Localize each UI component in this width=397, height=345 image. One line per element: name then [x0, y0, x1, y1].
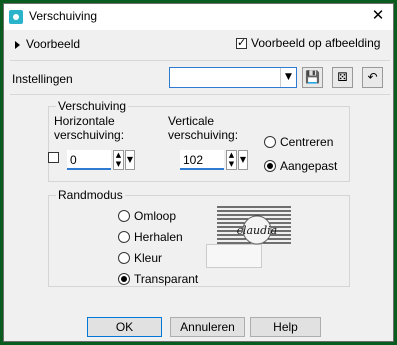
offset-group-title: Verschuiving [56, 99, 129, 113]
horizontal-offset-stepper[interactable]: 0 ▲ ▼ ▼ [67, 150, 137, 172]
link-checkbox[interactable] [48, 152, 59, 163]
checkbox-checked-icon[interactable] [236, 36, 247, 50]
horizontal-offset-label-2: verschuiving: [54, 128, 125, 142]
edge-mode-group-title: Randmodus [56, 188, 125, 202]
reset-button[interactable]: ↶ [362, 67, 383, 88]
save-preset-button[interactable]: 💾 [302, 67, 323, 88]
spin-updown-icon[interactable]: ▲ ▼ [113, 150, 124, 170]
preview-on-image-checkbox[interactable]: Voorbeeld op afbeelding [236, 36, 380, 50]
watermark-thumbnail: claudia [217, 206, 291, 245]
repeat-radio[interactable]: Herhalen [118, 230, 183, 244]
horizontal-offset-label: Horizontale [54, 114, 115, 128]
chevron-down-icon[interactable]: ▼ [280, 68, 296, 87]
transparent-label: Transparant [134, 272, 199, 286]
dropdown-arrow-icon[interactable]: ▼ [238, 150, 248, 170]
transparent-radio[interactable]: Transparant [118, 272, 198, 286]
expand-triangle-icon [15, 40, 20, 49]
vertical-offset-label: Verticale [168, 114, 215, 128]
preview-label: Voorbeeld [26, 37, 81, 51]
wrap-radio[interactable]: Omloop [118, 209, 176, 223]
radio-icon[interactable] [118, 210, 130, 222]
preset-combobox[interactable]: ▼ [169, 67, 297, 88]
color-radio[interactable]: Kleur [118, 251, 162, 265]
offset-dialog: Verschuiving ✕ Voorbeeld Voorbeeld op af… [3, 3, 394, 342]
divider [10, 60, 390, 61]
window-title: Verschuiving [29, 9, 98, 23]
preview-on-image-label: Voorbeeld op afbeelding [251, 36, 381, 50]
dropdown-arrow-icon[interactable]: ▼ [125, 150, 135, 170]
dice-icon: ⚄ [337, 70, 348, 84]
ok-button[interactable]: OK [87, 317, 162, 337]
color-label: Kleur [134, 251, 163, 265]
watermark-text: claudia [237, 224, 277, 237]
floppy-disk-icon: 💾 [305, 70, 320, 84]
app-icon [9, 10, 23, 24]
vertical-offset-label-2: verschuiving: [168, 128, 239, 142]
horizontal-offset-input[interactable]: 0 [67, 150, 111, 170]
help-button[interactable]: Help [250, 317, 321, 337]
center-label: Centreren [280, 135, 334, 149]
custom-label: Aangepast [280, 159, 338, 173]
settings-label: Instellingen [12, 72, 73, 86]
title-bar: Verschuiving ✕ [4, 4, 393, 30]
wrap-label: Omloop [134, 209, 177, 223]
vertical-offset-input[interactable]: 102 [180, 150, 224, 170]
randomize-button[interactable]: ⚄ [332, 67, 353, 88]
spin-updown-icon[interactable]: ▲ ▼ [226, 150, 237, 170]
radio-icon[interactable] [118, 252, 130, 264]
preview-toggle[interactable]: Voorbeeld [15, 37, 80, 51]
radio-icon[interactable] [118, 231, 130, 243]
custom-radio[interactable]: Aangepast [264, 159, 337, 173]
reset-icon: ↶ [367, 70, 378, 84]
vertical-offset-stepper[interactable]: 102 ▲ ▼ ▼ [180, 150, 250, 172]
radio-selected-icon[interactable] [118, 273, 130, 285]
radio-icon[interactable] [264, 136, 276, 148]
edge-mode-group [48, 195, 350, 287]
divider [10, 94, 390, 95]
cancel-button[interactable]: Annuleren [170, 317, 245, 337]
radio-selected-icon[interactable] [264, 160, 276, 172]
close-icon[interactable]: ✕ [367, 6, 389, 26]
repeat-label: Herhalen [134, 230, 183, 244]
center-radio[interactable]: Centreren [264, 135, 333, 149]
